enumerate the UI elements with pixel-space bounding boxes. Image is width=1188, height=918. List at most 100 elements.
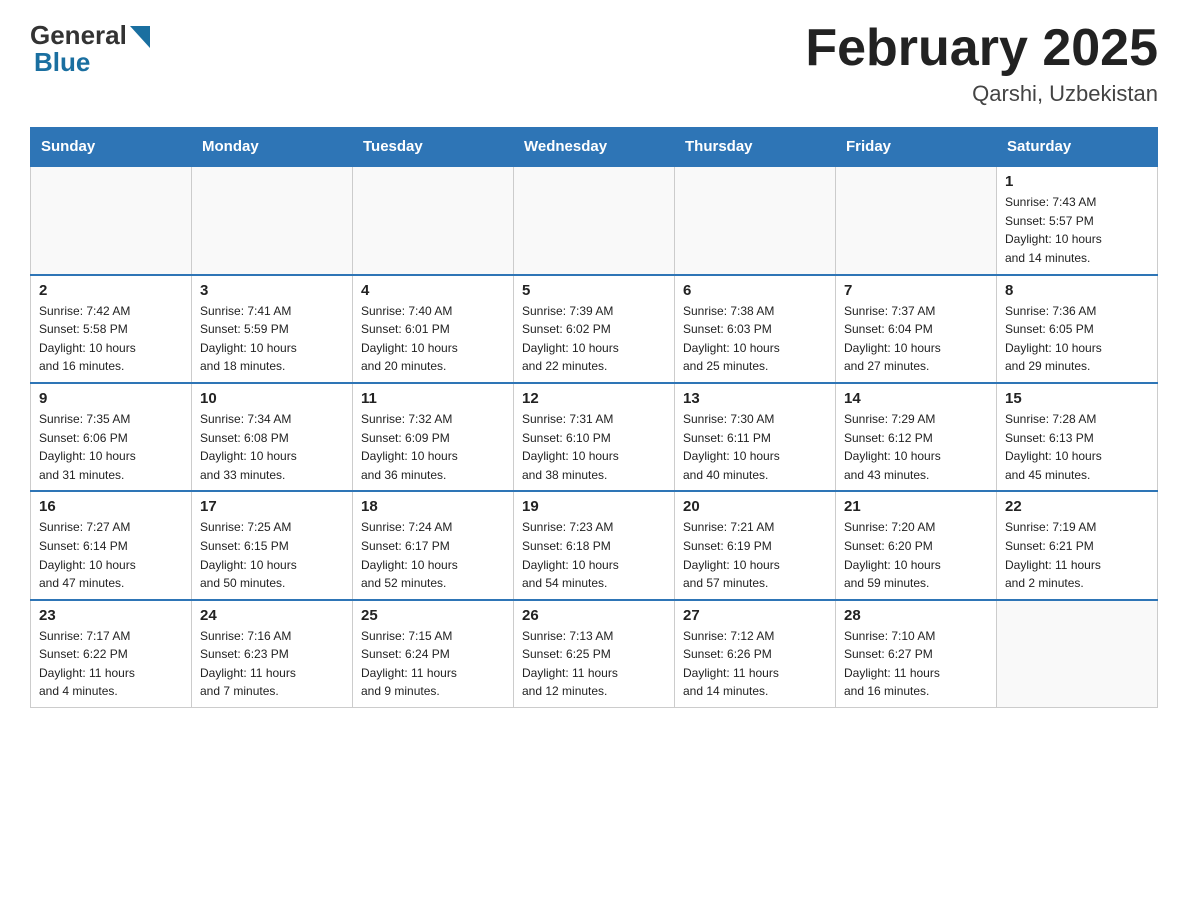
calendar-cell <box>997 600 1158 708</box>
calendar-subtitle: Qarshi, Uzbekistan <box>805 81 1158 107</box>
day-number: 7 <box>844 282 988 299</box>
day-number: 3 <box>200 282 344 299</box>
sun-info: Sunrise: 7:17 AM Sunset: 6:22 PM Dayligh… <box>39 627 183 701</box>
calendar-cell: 24 Sunrise: 7:16 AM Sunset: 6:23 PM Dayli… <box>192 600 353 708</box>
day-number: 24 <box>200 607 344 624</box>
day-number: 15 <box>1005 390 1149 407</box>
calendar-cell: 14 Sunrise: 7:29 AM Sunset: 6:12 PM Dayli… <box>836 383 997 491</box>
sun-info: Sunrise: 7:10 AM Sunset: 6:27 PM Dayligh… <box>844 627 988 701</box>
sun-info: Sunrise: 7:34 AM Sunset: 6:08 PM Dayligh… <box>200 410 344 484</box>
calendar-cell: 21 Sunrise: 7:20 AM Sunset: 6:20 PM Dayli… <box>836 491 997 599</box>
calendar-cell: 5 Sunrise: 7:39 AM Sunset: 6:02 PM Daylig… <box>514 275 675 383</box>
day-number: 12 <box>522 390 666 407</box>
day-number: 18 <box>361 498 505 515</box>
sun-info: Sunrise: 7:25 AM Sunset: 6:15 PM Dayligh… <box>200 518 344 592</box>
sun-info: Sunrise: 7:29 AM Sunset: 6:12 PM Dayligh… <box>844 410 988 484</box>
calendar-title-block: February 2025 Qarshi, Uzbekistan <box>805 20 1158 107</box>
calendar-cell: 23 Sunrise: 7:17 AM Sunset: 6:22 PM Dayli… <box>31 600 192 708</box>
sun-info: Sunrise: 7:40 AM Sunset: 6:01 PM Dayligh… <box>361 302 505 376</box>
col-monday: Monday <box>192 128 353 167</box>
col-friday: Friday <box>836 128 997 167</box>
day-number: 9 <box>39 390 183 407</box>
logo: General Blue <box>30 20 150 78</box>
calendar-cell: 18 Sunrise: 7:24 AM Sunset: 6:17 PM Dayli… <box>353 491 514 599</box>
calendar-cell <box>192 166 353 274</box>
calendar-cell: 12Sunrise: 7:31 AM Sunset: 6:10 PM Dayli… <box>514 383 675 491</box>
calendar-cell: 25 Sunrise: 7:15 AM Sunset: 6:24 PM Dayli… <box>353 600 514 708</box>
calendar-cell: 19 Sunrise: 7:23 AM Sunset: 6:18 PM Dayli… <box>514 491 675 599</box>
day-number: 25 <box>361 607 505 624</box>
calendar-cell: 6 Sunrise: 7:38 AM Sunset: 6:03 PM Daylig… <box>675 275 836 383</box>
day-number: 22 <box>1005 498 1149 515</box>
sun-info: Sunrise: 7:24 AM Sunset: 6:17 PM Dayligh… <box>361 518 505 592</box>
day-number: 19 <box>522 498 666 515</box>
sun-info: Sunrise: 7:28 AM Sunset: 6:13 PM Dayligh… <box>1005 410 1149 484</box>
sun-info: Sunrise: 7:38 AM Sunset: 6:03 PM Dayligh… <box>683 302 827 376</box>
sun-info: Sunrise: 7:12 AM Sunset: 6:26 PM Dayligh… <box>683 627 827 701</box>
day-number: 28 <box>844 607 988 624</box>
day-number: 8 <box>1005 282 1149 299</box>
day-number: 23 <box>39 607 183 624</box>
calendar-week-row: 23 Sunrise: 7:17 AM Sunset: 6:22 PM Dayli… <box>31 600 1158 708</box>
calendar-week-row: 16Sunrise: 7:27 AM Sunset: 6:14 PM Dayli… <box>31 491 1158 599</box>
calendar-cell <box>31 166 192 274</box>
day-number: 21 <box>844 498 988 515</box>
sun-info: Sunrise: 7:15 AM Sunset: 6:24 PM Dayligh… <box>361 627 505 701</box>
calendar-cell <box>514 166 675 274</box>
calendar-cell: 8 Sunrise: 7:36 AM Sunset: 6:05 PM Daylig… <box>997 275 1158 383</box>
day-number: 20 <box>683 498 827 515</box>
sun-info: Sunrise: 7:23 AM Sunset: 6:18 PM Dayligh… <box>522 518 666 592</box>
day-number: 13 <box>683 390 827 407</box>
calendar-cell: 27 Sunrise: 7:12 AM Sunset: 6:26 PM Dayli… <box>675 600 836 708</box>
sun-info: Sunrise: 7:21 AM Sunset: 6:19 PM Dayligh… <box>683 518 827 592</box>
calendar-week-row: 1 Sunrise: 7:43 AM Sunset: 5:57 PM Daylig… <box>31 166 1158 274</box>
calendar-cell: 16Sunrise: 7:27 AM Sunset: 6:14 PM Dayli… <box>31 491 192 599</box>
sun-info: Sunrise: 7:39 AM Sunset: 6:02 PM Dayligh… <box>522 302 666 376</box>
sun-info: Sunrise: 7:30 AM Sunset: 6:11 PM Dayligh… <box>683 410 827 484</box>
day-number: 11 <box>361 390 505 407</box>
col-thursday: Thursday <box>675 128 836 167</box>
col-saturday: Saturday <box>997 128 1158 167</box>
calendar-title: February 2025 <box>805 20 1158 77</box>
calendar-cell: 15 Sunrise: 7:28 AM Sunset: 6:13 PM Dayli… <box>997 383 1158 491</box>
calendar-cell: 4 Sunrise: 7:40 AM Sunset: 6:01 PM Daylig… <box>353 275 514 383</box>
logo-blue-text: Blue <box>34 47 90 78</box>
sun-info: Sunrise: 7:20 AM Sunset: 6:20 PM Dayligh… <box>844 518 988 592</box>
calendar-week-row: 9 Sunrise: 7:35 AM Sunset: 6:06 PM Daylig… <box>31 383 1158 491</box>
calendar-cell: 11 Sunrise: 7:32 AM Sunset: 6:09 PM Dayli… <box>353 383 514 491</box>
calendar-cell: 26 Sunrise: 7:13 AM Sunset: 6:25 PM Dayli… <box>514 600 675 708</box>
calendar-cell: 13 Sunrise: 7:30 AM Sunset: 6:11 PM Dayli… <box>675 383 836 491</box>
sun-info: Sunrise: 7:37 AM Sunset: 6:04 PM Dayligh… <box>844 302 988 376</box>
calendar-cell: 17 Sunrise: 7:25 AM Sunset: 6:15 PM Dayli… <box>192 491 353 599</box>
calendar-header-row: Sunday Monday Tuesday Wednesday Thursday… <box>31 128 1158 167</box>
day-number: 17 <box>200 498 344 515</box>
sun-info: Sunrise: 7:19 AM Sunset: 6:21 PM Dayligh… <box>1005 518 1149 592</box>
calendar-cell: 22 Sunrise: 7:19 AM Sunset: 6:21 PM Dayli… <box>997 491 1158 599</box>
calendar-cell: 3 Sunrise: 7:41 AM Sunset: 5:59 PM Daylig… <box>192 275 353 383</box>
col-tuesday: Tuesday <box>353 128 514 167</box>
col-wednesday: Wednesday <box>514 128 675 167</box>
day-number: 26 <box>522 607 666 624</box>
sun-info: Sunrise: 7:43 AM Sunset: 5:57 PM Dayligh… <box>1005 193 1149 267</box>
sun-info: Sunrise: 7:16 AM Sunset: 6:23 PM Dayligh… <box>200 627 344 701</box>
day-number: 4 <box>361 282 505 299</box>
logo-triangle-icon <box>130 26 150 48</box>
sun-info: Sunrise: 7:36 AM Sunset: 6:05 PM Dayligh… <box>1005 302 1149 376</box>
day-number: 5 <box>522 282 666 299</box>
day-number: 27 <box>683 607 827 624</box>
calendar-cell: 2Sunrise: 7:42 AM Sunset: 5:58 PM Daylig… <box>31 275 192 383</box>
day-number: 16 <box>39 498 183 515</box>
col-sunday: Sunday <box>31 128 192 167</box>
calendar-cell: 20 Sunrise: 7:21 AM Sunset: 6:19 PM Dayli… <box>675 491 836 599</box>
sun-info: Sunrise: 7:13 AM Sunset: 6:25 PM Dayligh… <box>522 627 666 701</box>
calendar-table: Sunday Monday Tuesday Wednesday Thursday… <box>30 127 1158 708</box>
day-number: 6 <box>683 282 827 299</box>
day-number: 1 <box>1005 173 1149 190</box>
sun-info: Sunrise: 7:32 AM Sunset: 6:09 PM Dayligh… <box>361 410 505 484</box>
sun-info: Sunrise: 7:41 AM Sunset: 5:59 PM Dayligh… <box>200 302 344 376</box>
day-number: 14 <box>844 390 988 407</box>
day-number: 2 <box>39 282 183 299</box>
calendar-cell <box>353 166 514 274</box>
sun-info: Sunrise: 7:35 AM Sunset: 6:06 PM Dayligh… <box>39 410 183 484</box>
calendar-cell: 9 Sunrise: 7:35 AM Sunset: 6:06 PM Daylig… <box>31 383 192 491</box>
